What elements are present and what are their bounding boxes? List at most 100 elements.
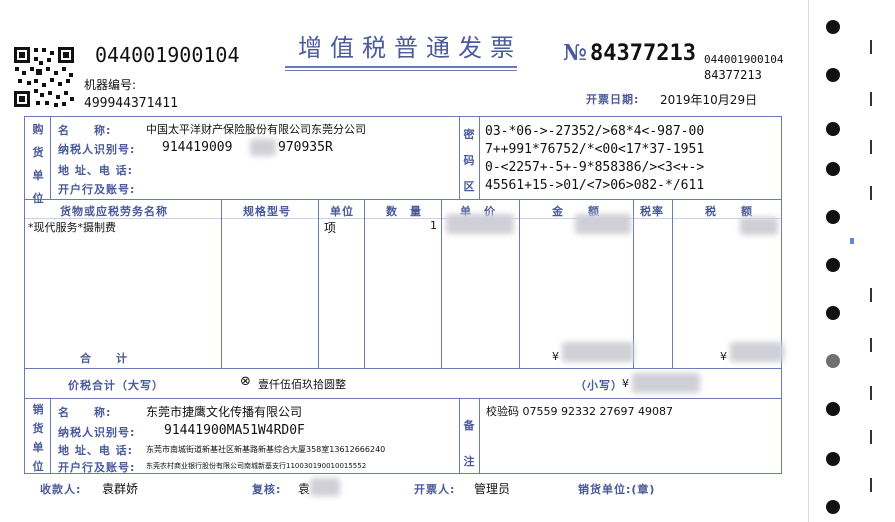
invoice-title: 增值税普通发票 [298,34,522,62]
tractor-hole [826,210,840,224]
col-divider [479,116,480,199]
tractor-hole [826,122,840,136]
perforation-tick [870,40,872,54]
title-underline [285,66,517,68]
tractor-hole [826,306,840,320]
tractor-hole [826,258,840,272]
machine-number-label: 机器编号: [84,78,137,92]
col-divider [441,199,442,368]
tractor-hole [826,68,840,82]
cipher-line: 0-<2257+-5+-9*858386/><3<+-> [485,160,705,175]
tractor-hole [826,402,840,416]
redacted-price-blur [446,214,514,234]
circle-x-icon: ⊗ [240,374,251,389]
redacted-grand-total-blur [632,373,700,393]
invoice-code-small: 044001900104 [704,53,784,66]
col-divider [221,199,222,368]
buyer-bank-label: 开户行及账号: [58,183,136,196]
buyer-tax-id-part1: 914419009 [162,140,233,155]
buyer-name-label: 名 称: [58,124,112,137]
number-symbol: № [563,40,587,66]
col-divider [672,199,673,368]
header-goods-name: 货物或应税劳务名称 [60,205,168,218]
machine-number: 499944371411 [84,96,178,111]
issuer: 管理员 [474,482,511,496]
issue-date: 2019年10月29日 [660,93,758,107]
item-name: *现代服务*摄制费 [28,221,116,234]
seller-bank-label: 开户行及账号: [58,461,136,474]
col-divider [364,199,365,368]
invoice-number-small: 84377213 [704,68,762,82]
header-unit: 单位 [330,205,354,218]
edge-marker [850,238,854,244]
tractor-hole [826,20,840,34]
row-divider [24,368,782,369]
col-divider [318,199,319,368]
remarks-section-label: 备注 [463,419,475,468]
seller-section-label: 销货单位 [32,403,44,473]
grand-total-label: 价税合计（大写） [68,379,164,392]
issuer-label: 开票人: [414,483,456,496]
reviewer: 袁 [298,482,311,496]
perforation-guide [808,0,809,522]
check-code: 校验码 07559 92332 27697 49087 [486,405,673,418]
redacted-tax-id-blur [250,139,276,156]
cipher-line: 03-*06->-27352/>68*4<-987-00 [485,124,705,139]
buyer-address-label: 地 址、电 话: [58,164,134,177]
perforation-tick [870,186,872,200]
header-qty: 数 量 [386,205,422,218]
perforation-tick [870,478,872,492]
seller-bank: 东莞农村商业银行股份有限公司南城新基支行110030190010015552 [146,462,367,470]
buyer-section-label: 购货单位 [32,123,44,205]
redacted-subtotal-tax-blur [730,342,784,362]
grand-total-upper: 壹仟伍佰玖拾圆整 [258,378,346,391]
col-divider [479,398,480,474]
title-underline-2 [285,70,517,71]
item-qty: 1 [430,219,437,232]
tractor-hole [826,452,840,466]
buyer-tax-id-part2: 970935R [278,140,333,155]
tractor-hole [826,354,840,368]
redacted-reviewer-blur [310,478,340,496]
redacted-subtotal-blur [562,342,634,362]
payee-label: 收款人: [40,483,82,496]
col-divider [459,116,460,199]
seller-tax-id: 91441900MA51W4RD0F [164,423,305,438]
subtotal-label: 合 计 [80,352,128,365]
issue-date-label: 开票日期: [586,93,640,106]
header-spec: 规格型号 [243,205,291,218]
subtotal-amount-yen: ¥ [552,350,559,363]
buyer-name: 中国太平洋财产保险股份有限公司东莞分公司 [146,123,366,136]
header-tax-rate: 税率 [640,205,664,218]
perforation-tick [870,140,872,154]
item-unit: 项 [324,221,337,235]
subtotal-tax-yen: ¥ [720,350,727,363]
reviewer-label: 复核: [252,483,282,496]
cipher-line: 7++991*76752/*<00<17*37-1951 [485,142,705,157]
cipher-section-label: 密码区 [463,128,475,193]
seller-tax-id-label: 纳税人识别号: [58,426,136,439]
redacted-amount-blur [575,214,631,234]
grand-total-yen: ¥ [622,377,629,390]
buyer-tax-id-label: 纳税人识别号: [58,143,136,156]
seller-address: 东莞市南城街道新基社区新基路新基综合大厦358室13612666240 [146,445,386,454]
perforation-tick [870,92,872,106]
perforation-tick [870,338,872,352]
qr-code [12,45,76,109]
perforation-tick [870,288,872,302]
payee: 袁群娇 [102,482,139,496]
grand-total-small-label: （小写） [575,379,623,392]
row-divider [24,199,782,200]
seller-stamp-label: 销货单位:(章) [578,483,656,496]
seller-name-label: 名 称: [58,406,112,419]
tractor-hole [826,162,840,176]
col-divider [50,398,51,474]
col-divider [519,199,520,368]
col-divider [50,116,51,199]
cipher-line: 45561+15->01/<7>06>082-*/611 [485,178,705,193]
row-divider [24,398,782,399]
perforation-tick [870,430,872,444]
invoice-code: 044001900104 [95,43,240,67]
redacted-tax-blur [740,217,778,235]
col-divider [459,398,460,474]
